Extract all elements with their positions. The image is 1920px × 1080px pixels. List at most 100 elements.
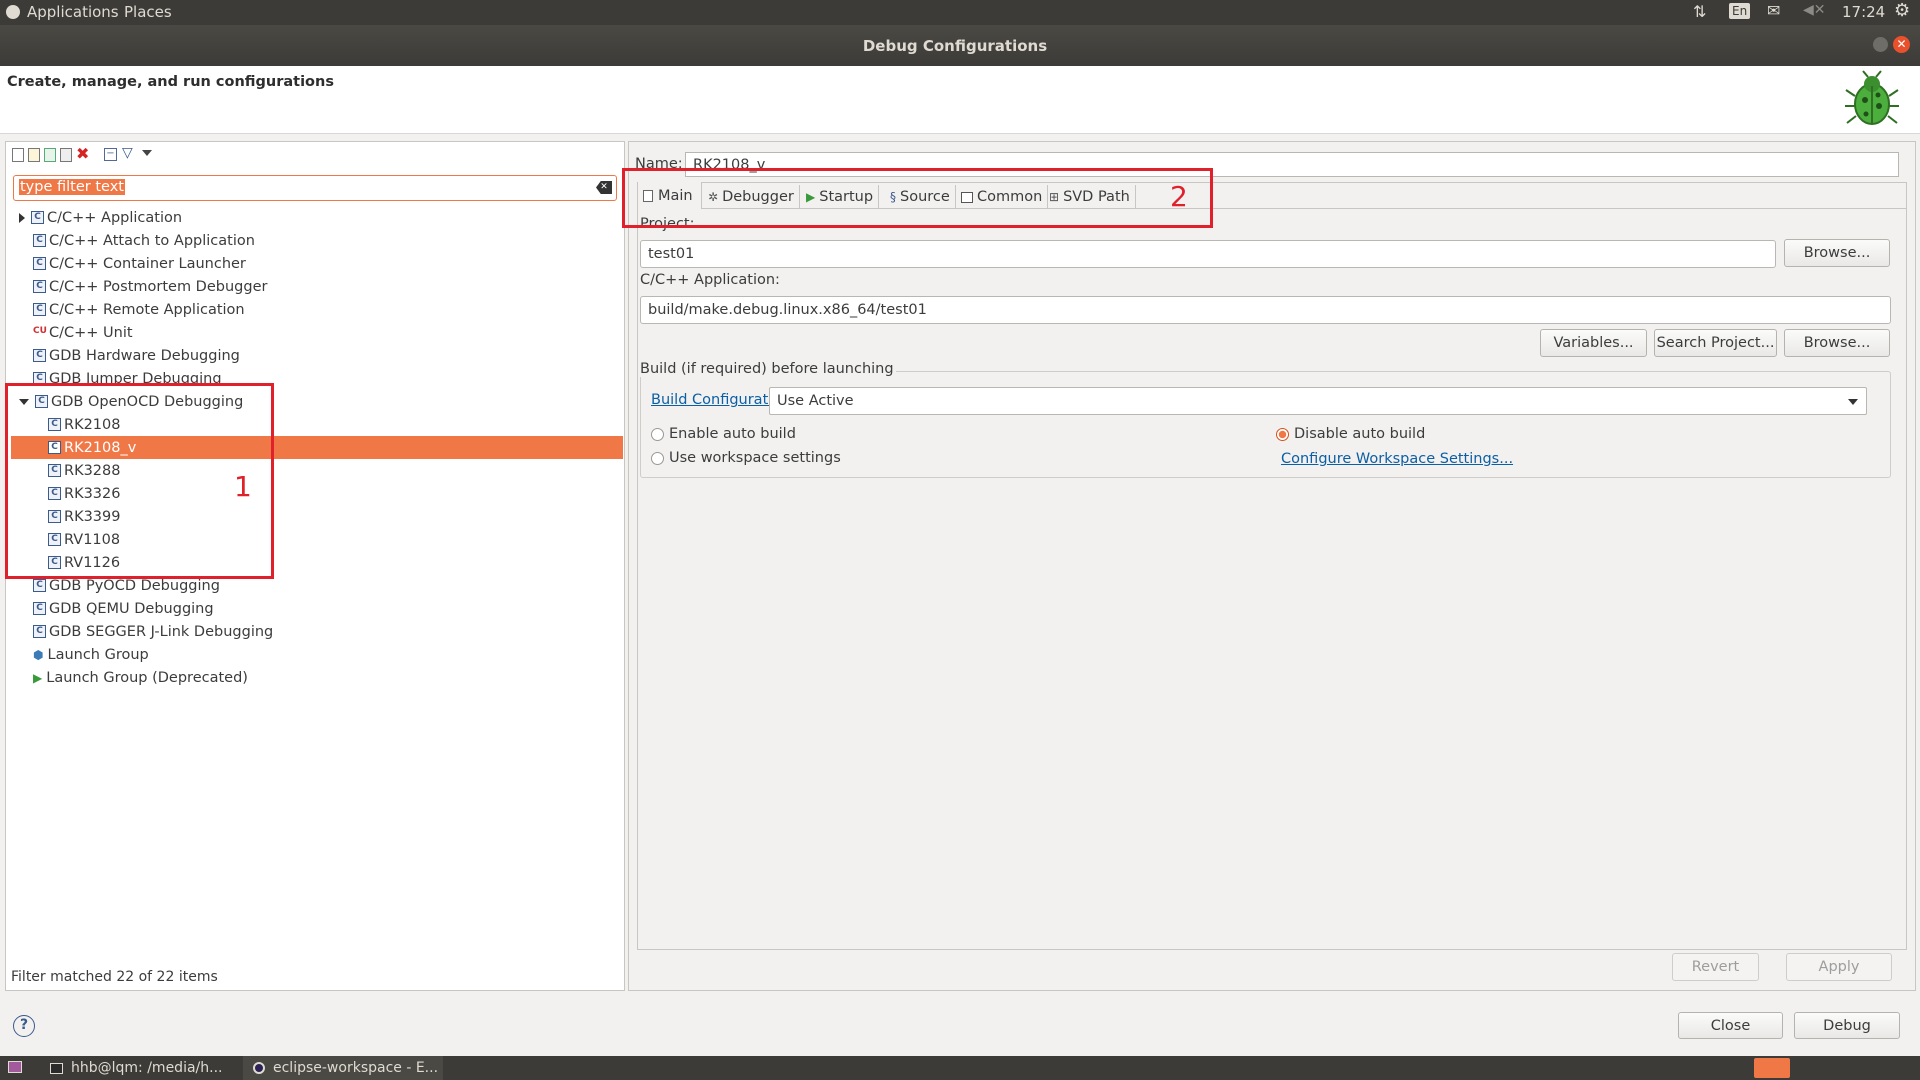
keyboard-layout-indicator[interactable]: En	[1729, 3, 1751, 19]
radio-icon	[651, 451, 664, 465]
header-title: Create, manage, and run configurations	[7, 74, 334, 90]
taskbar: hhb@lqm: /media/h... eclipse-workspace -…	[0, 1056, 1920, 1080]
ubuntu-icon[interactable]	[6, 5, 20, 19]
button-label: Browse...	[1803, 245, 1871, 261]
tree-item-cpp-remote[interactable]: C C/C++ Remote Application	[11, 298, 623, 321]
revert-button[interactable]: Revert	[1672, 953, 1759, 981]
radio-icon	[651, 427, 664, 441]
select-value: Use Active	[777, 393, 854, 409]
settings-gear-icon[interactable]: ⚙	[1894, 0, 1910, 21]
volume-muted-icon[interactable]: ◀✕	[1803, 2, 1826, 18]
export-icon[interactable]	[44, 148, 56, 162]
show-desktop-icon[interactable]	[8, 1061, 22, 1073]
use-workspace-settings-radio[interactable]: Use workspace settings	[651, 450, 841, 466]
project-browse-button[interactable]: Browse...	[1784, 239, 1890, 267]
tree-item-label: GDB Hardware Debugging	[49, 347, 240, 364]
taskbar-label: hhb@lqm: /media/h...	[71, 1060, 223, 1076]
project-value: test01	[648, 246, 695, 262]
top-panel: Applications Places ⇅ En ✉ ◀✕ 17:24 ⚙	[0, 0, 1920, 25]
workspace-switcher-icon[interactable]	[1754, 1058, 1790, 1078]
tree-item-label: GDB PyOCD Debugging	[49, 577, 220, 594]
tree-item-launch-group[interactable]: ⬢ Launch Group	[11, 643, 623, 666]
tree-item-cpp-postmortem[interactable]: C C/C++ Postmortem Debugger	[11, 275, 623, 298]
terminal-icon	[50, 1062, 63, 1074]
view-menu-chevron-icon[interactable]	[142, 150, 152, 156]
places-menu[interactable]: Places	[124, 3, 172, 21]
mail-icon[interactable]: ✉	[1767, 1, 1780, 20]
chevron-down-icon	[1848, 399, 1858, 405]
maximize-button[interactable]	[1873, 37, 1888, 52]
taskbar-item-terminal[interactable]: hhb@lqm: /media/h...	[40, 1056, 240, 1080]
taskbar-label: eclipse-workspace - E...	[273, 1060, 439, 1076]
cpp-config-icon: C	[33, 234, 46, 247]
cpp-config-icon: C	[33, 602, 46, 615]
application-field[interactable]: build/make.debug.linux.x86_64/test01	[640, 296, 1891, 324]
delete-icon[interactable]: ✖	[76, 144, 89, 163]
debug-button[interactable]: Debug	[1794, 1012, 1900, 1039]
radio-selected-icon	[1276, 427, 1289, 441]
button-label: Revert	[1691, 959, 1740, 975]
button-label: Debug	[1823, 1017, 1871, 1034]
disable-auto-build-radio[interactable]: Disable auto build	[1276, 426, 1425, 442]
enable-auto-build-radio[interactable]: Enable auto build	[651, 426, 796, 442]
dialog-header: Create, manage, and run configurations	[0, 66, 1920, 134]
cpp-config-icon: C	[33, 349, 46, 362]
variables-button[interactable]: Variables...	[1540, 329, 1647, 357]
tree-toolbar: ✖ − ▽	[10, 144, 160, 163]
button-label: Search Project...	[1656, 335, 1775, 351]
expand-chevron-icon[interactable]	[19, 212, 25, 223]
tree-item-launch-group-deprecated[interactable]: ▶ Launch Group (Deprecated)	[11, 666, 623, 689]
tree-item-cpp-container[interactable]: C C/C++ Container Launcher	[11, 252, 623, 275]
build-group: Build (if required) before launching Bui…	[640, 361, 1891, 478]
button-label: Close	[1710, 1017, 1751, 1034]
window-title: Debug Configurations	[862, 37, 1048, 55]
tree-item-label: Launch Group	[47, 646, 149, 663]
run-arrow-icon: ▶	[33, 670, 43, 685]
tree-item-cpp-unit[interactable]: CU C/C++ Unit	[11, 321, 623, 344]
new-prototype-icon[interactable]	[28, 148, 40, 162]
annotation-number-1: 1	[234, 470, 252, 503]
filter-status: Filter matched 22 of 22 items	[11, 969, 218, 985]
tree-item-gdb-hardware[interactable]: C GDB Hardware Debugging	[11, 344, 623, 367]
project-field[interactable]: test01	[640, 240, 1776, 268]
cpp-config-icon: C	[31, 211, 44, 224]
window-titlebar: Debug Configurations ✕	[0, 25, 1920, 66]
application-label: C/C++ Application:	[640, 272, 780, 288]
tree-item-cpp-application[interactable]: C C/C++ Application	[11, 206, 623, 229]
apply-button[interactable]: Apply	[1786, 953, 1892, 981]
application-browse-button[interactable]: Browse...	[1784, 329, 1890, 357]
button-label: Browse...	[1803, 335, 1871, 351]
tree-item-cpp-attach[interactable]: C C/C++ Attach to Application	[11, 229, 623, 252]
new-config-icon[interactable]	[12, 148, 24, 162]
help-icon[interactable]: ?	[13, 1015, 35, 1037]
tree-item-gdb-segger[interactable]: C GDB SEGGER J-Link Debugging	[11, 620, 623, 643]
filter-icon[interactable]: ▽	[122, 145, 133, 161]
bug-icon	[1844, 70, 1900, 128]
tree-item-label: Launch Group (Deprecated)	[46, 669, 248, 686]
taskbar-item-eclipse[interactable]: eclipse-workspace - E...	[243, 1056, 443, 1080]
tree-item-gdb-qemu[interactable]: C GDB QEMU Debugging	[11, 597, 623, 620]
close-window-button[interactable]: ✕	[1893, 36, 1910, 53]
search-project-button[interactable]: Search Project...	[1654, 329, 1777, 357]
tree-item-label: C/C++ Unit	[49, 324, 133, 341]
build-configuration-select[interactable]: Use Active	[769, 387, 1867, 415]
cpp-config-icon: C	[33, 257, 46, 270]
network-icon[interactable]: ⇅	[1693, 2, 1706, 21]
build-group-title: Build (if required) before launching	[640, 361, 896, 377]
eclipse-icon	[253, 1062, 265, 1074]
close-button[interactable]: Close	[1678, 1012, 1783, 1039]
button-label: Apply	[1818, 959, 1860, 975]
applications-menu[interactable]: Applications	[27, 3, 119, 21]
configure-workspace-link[interactable]: Configure Workspace Settings...	[1281, 451, 1513, 467]
duplicate-icon[interactable]	[60, 148, 72, 162]
cpp-config-icon: C	[33, 625, 46, 638]
radio-label: Use workspace settings	[669, 450, 841, 466]
radio-label: Enable auto build	[669, 426, 796, 442]
config-editor-panel: Name: RK2108_v Main ✲ Debugger ▶ Startup §…	[628, 141, 1916, 991]
clear-filter-icon[interactable]: ✕	[596, 181, 612, 194]
clock[interactable]: 17:24	[1842, 3, 1885, 21]
collapse-all-icon[interactable]: −	[104, 148, 117, 161]
radio-label: Disable auto build	[1294, 426, 1426, 442]
tree-item-label: GDB QEMU Debugging	[49, 600, 214, 617]
filter-input[interactable]: type filter text ✕	[13, 175, 617, 201]
